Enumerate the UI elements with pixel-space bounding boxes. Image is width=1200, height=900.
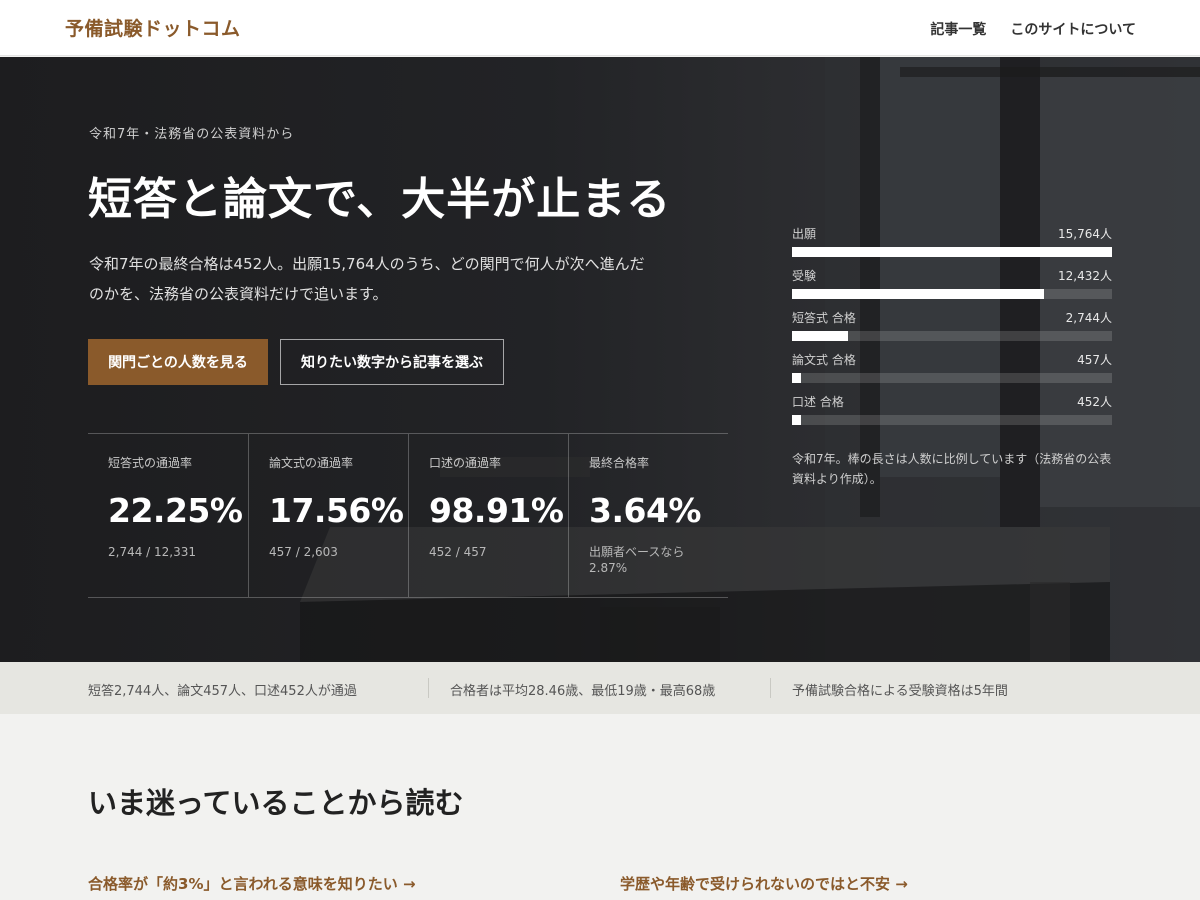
stat-note: 2,744 / 12,331 — [108, 545, 197, 559]
funnel-label: 出願 — [792, 227, 817, 241]
funnel-count: 12,432人 — [1058, 269, 1112, 283]
hero-content: 令和7年・法務省の公表資料から 短答と論文で、大半が止まる 令和7年の最終合格は… — [0, 57, 1200, 662]
stat-card: 論文式の通過率 17.56% 457 / 2,603 — [248, 434, 408, 597]
funnel-count: 2,744人 — [1065, 311, 1112, 325]
stat-card: 口述の通過率 98.91% 452 / 457 — [408, 434, 568, 597]
stat-label: 最終合格率 — [589, 456, 650, 470]
funnel-label: 論文式 合格 — [792, 353, 856, 367]
hero-eyebrow: 令和7年・法務省の公表資料から — [89, 127, 295, 142]
stat-card: 最終合格率 3.64% 出願者ベースなら 2.87% — [568, 434, 728, 597]
funnel-row: 論文式 合格 457人 — [792, 351, 1112, 393]
nav-articles-link[interactable]: 記事一覧 — [930, 19, 986, 39]
funnel-bar — [792, 331, 848, 341]
funnel-bar — [792, 415, 802, 425]
choose-article-button[interactable]: 知りたい数字から記事を選ぶ — [280, 339, 504, 385]
stat-note: 出願者ベースなら 2.87% — [589, 545, 685, 575]
fact-item: 合格者は平均28.46歳、最低19歳・最高68歳 — [428, 678, 735, 699]
site-header: 予備試験ドットコム 記事一覧 このサイトについて — [0, 0, 1200, 56]
funnel-caption: 令和7年。棒の長さは人数に比例しています（法務省の公表資料より作成）。 — [792, 452, 1112, 486]
nav-about-link[interactable]: このサイトについて — [1010, 19, 1136, 39]
applicant-funnel: 出願 15,764人 受験 12,432人 短答式 合格 2,744人 論文式 合格 4… — [792, 225, 1112, 435]
stat-label: 短答式の通過率 — [108, 456, 193, 470]
stat-value: 98.91% — [429, 491, 564, 530]
funnel-count: 457人 — [1077, 353, 1112, 367]
stat-note: 457 / 2,603 — [269, 545, 338, 559]
stat-value: 3.64% — [589, 491, 702, 530]
topic-link-eligibility[interactable]: 学歴や年齢で受けられないのではと不安 → — [620, 873, 908, 894]
section-title: いま迷っていることから読む — [88, 786, 464, 820]
stat-card: 短答式の通過率 22.25% 2,744 / 12,331 — [88, 434, 248, 597]
funnel-count: 15,764人 — [1058, 227, 1112, 241]
funnel-track — [792, 247, 1112, 257]
stat-note: 452 / 457 — [429, 545, 487, 559]
main-nav: 記事一覧 このサイトについて — [930, 19, 1136, 39]
funnel-row: 短答式 合格 2,744人 — [792, 309, 1112, 351]
stat-label: 口述の通過率 — [429, 456, 502, 470]
funnel-row: 出願 15,764人 — [792, 225, 1112, 267]
key-facts-strip: 短答2,744人、論文457人、口述452人が通過 合格者は平均28.46歳、最… — [0, 662, 1200, 714]
funnel-count: 452人 — [1077, 395, 1112, 409]
funnel-bar — [792, 373, 802, 383]
funnel-track — [792, 373, 1112, 383]
funnel-track — [792, 331, 1112, 341]
fact-item: 短答2,744人、論文457人、口述452人が通過 — [88, 684, 357, 699]
fact-item: 予備試験合格による受験資格は5年間 — [770, 678, 1028, 699]
site-logo[interactable]: 予備試験ドットコム — [65, 14, 241, 41]
funnel-track — [792, 289, 1112, 299]
funnel-row: 口述 合格 452人 — [792, 393, 1112, 435]
hero: 令和7年・法務省の公表資料から 短答と論文で、大半が止まる 令和7年の最終合格は… — [0, 57, 1200, 662]
topic-link-pass-rate[interactable]: 合格率が「約3%」と言われる意味を知りたい → — [88, 873, 416, 894]
pass-rate-stats: 短答式の通過率 22.25% 2,744 / 12,331 論文式の通過率 17… — [88, 433, 728, 598]
hero-headline: 短答と論文で、大半が止まる — [88, 174, 672, 225]
view-counts-button[interactable]: 関門ごとの人数を見る — [88, 339, 268, 385]
stat-value: 17.56% — [269, 491, 404, 530]
funnel-label: 口述 合格 — [792, 395, 844, 409]
hero-lede: 令和7年の最終合格は452人。出願15,764人のうち、どの関門で何人が次へ進ん… — [89, 255, 645, 303]
funnel-label: 受験 — [792, 269, 817, 283]
funnel-row: 受験 12,432人 — [792, 267, 1112, 309]
stat-label: 論文式の通過率 — [269, 456, 354, 470]
funnel-bar — [792, 247, 1112, 257]
stat-value: 22.25% — [108, 491, 243, 530]
funnel-track — [792, 415, 1112, 425]
funnel-label: 短答式 合格 — [792, 311, 856, 325]
funnel-bar — [792, 289, 1045, 299]
